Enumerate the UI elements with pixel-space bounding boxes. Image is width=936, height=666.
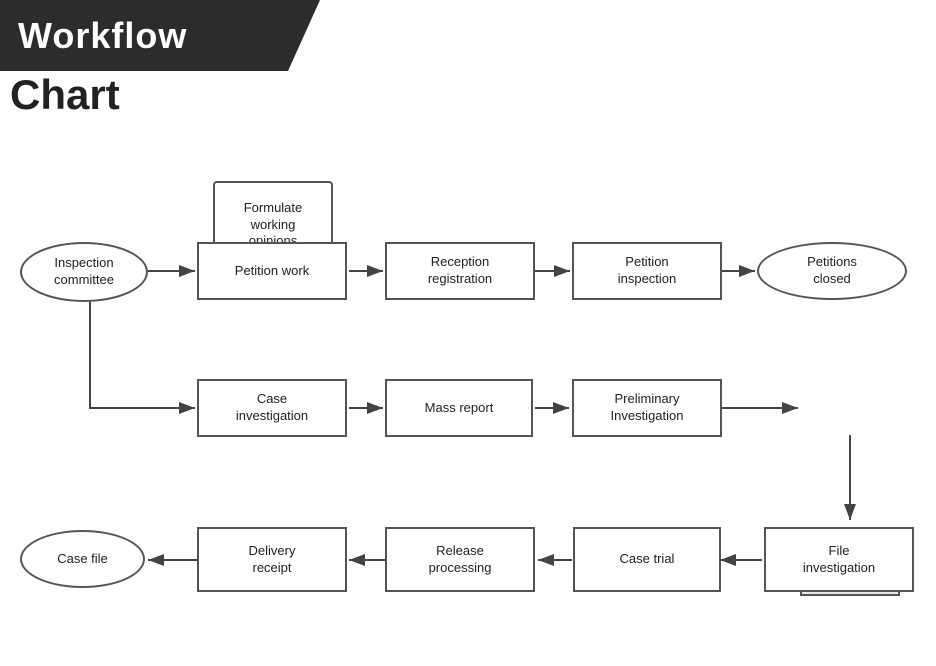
reception-registration: Receptionregistration: [385, 242, 535, 300]
header-bar: Workflow: [0, 0, 320, 71]
case-investigation: Caseinvestigation: [197, 379, 347, 437]
petition-work: Petition work: [197, 242, 347, 300]
petitions-closed: Petitionsclosed: [757, 242, 907, 300]
chart-subtitle: Chart: [10, 71, 120, 119]
delivery-receipt: Deliveryreceipt: [197, 527, 347, 592]
petition-inspection: Petitioninspection: [572, 242, 722, 300]
case-file: Case file: [20, 530, 145, 588]
release-processing: Releaseprocessing: [385, 527, 535, 592]
file-investigation: Fileinvestigation: [764, 527, 914, 592]
case-trial: Case trial: [573, 527, 721, 592]
inspection-committee: Inspectioncommittee: [20, 242, 148, 302]
workflow-diagram: Workflow Chart: [0, 0, 936, 666]
mass-report: Mass report: [385, 379, 533, 437]
preliminary-investigation: PreliminaryInvestigation: [572, 379, 722, 437]
header-title: Workflow: [18, 15, 187, 57]
